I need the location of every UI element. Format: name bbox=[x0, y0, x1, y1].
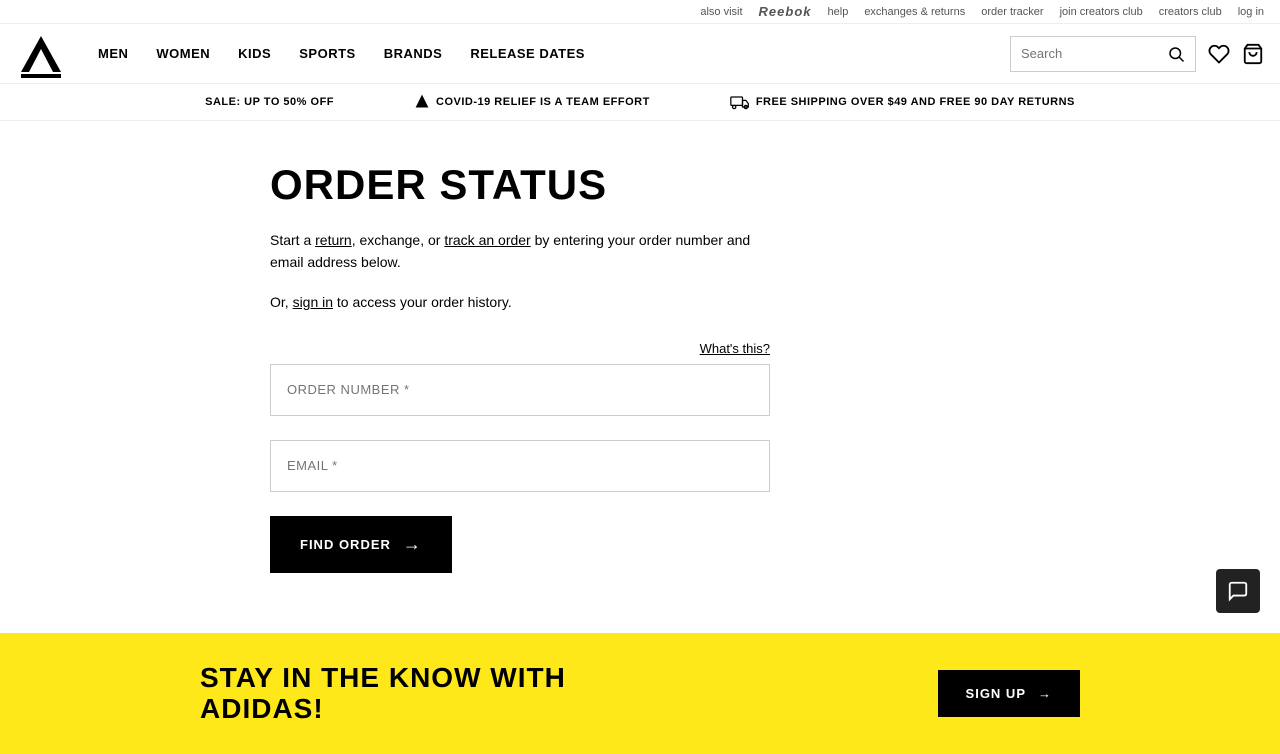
email-field-group bbox=[270, 440, 770, 492]
page-title: ORDER STATUS bbox=[270, 161, 1070, 209]
order-tracker-link[interactable]: order tracker bbox=[981, 6, 1043, 18]
wishlist-button[interactable] bbox=[1208, 43, 1230, 65]
nav-links: MEN WOMEN KIDS SPORTS BRANDS RELEASE DAT… bbox=[98, 46, 1010, 61]
footer-promo-line1: STAY IN THE KNOW WITH bbox=[200, 663, 566, 694]
footer-promo-text: STAY IN THE KNOW WITH ADIDAS! bbox=[200, 663, 566, 725]
sign-in-text: Or, sign in to access your order history… bbox=[270, 294, 1070, 310]
chat-icon bbox=[1227, 580, 1249, 602]
promo-sale-text: SALE: UP TO 50% OFF bbox=[205, 96, 334, 108]
track-order-link[interactable]: track an order bbox=[444, 232, 530, 248]
what-this-container: What's this? bbox=[270, 340, 770, 356]
sign-in-link[interactable]: sign in bbox=[293, 294, 333, 310]
join-creators-club-link[interactable]: join creators club bbox=[1060, 6, 1143, 18]
nav-kids[interactable]: KIDS bbox=[238, 46, 271, 61]
search-icon bbox=[1167, 45, 1185, 63]
heart-icon bbox=[1208, 43, 1230, 65]
creators-club-link[interactable]: creators club bbox=[1159, 6, 1222, 18]
exchanges-returns-link[interactable]: exchanges & returns bbox=[864, 6, 965, 18]
intro-text: Start a return, exchange, or track an or… bbox=[270, 229, 770, 274]
chat-bubble[interactable] bbox=[1216, 569, 1260, 613]
adidas-small-icon bbox=[414, 94, 430, 110]
nav-brands[interactable]: BRANDS bbox=[384, 46, 443, 61]
promo-covid: COVID-19 RELIEF IS A TEAM EFFORT bbox=[414, 94, 650, 110]
main-nav: MEN WOMEN KIDS SPORTS BRANDS RELEASE DAT… bbox=[0, 24, 1280, 84]
signup-arrow-icon: → bbox=[1038, 686, 1052, 701]
search-button[interactable] bbox=[1167, 45, 1185, 63]
truck-icon bbox=[730, 94, 750, 110]
logo-area[interactable] bbox=[16, 29, 66, 79]
nav-women[interactable]: WOMEN bbox=[156, 46, 210, 61]
find-order-label: FIND ORDER bbox=[300, 537, 391, 552]
main-content: ORDER STATUS Start a return, exchange, o… bbox=[190, 121, 1090, 613]
nav-sports[interactable]: SPORTS bbox=[299, 46, 355, 61]
footer-promo-line2: ADIDAS! bbox=[200, 694, 566, 725]
nav-men[interactable]: MEN bbox=[98, 46, 128, 61]
order-number-field-group bbox=[270, 364, 770, 416]
return-link[interactable]: return bbox=[315, 232, 352, 248]
search-input[interactable] bbox=[1021, 46, 1161, 61]
nav-release-dates[interactable]: RELEASE DATES bbox=[470, 46, 585, 61]
nav-right bbox=[1010, 36, 1264, 72]
reebok-link[interactable]: Reebok bbox=[759, 4, 812, 19]
search-box bbox=[1010, 36, 1196, 72]
email-input[interactable] bbox=[270, 440, 770, 492]
footer-promo: STAY IN THE KNOW WITH ADIDAS! SIGN UP → bbox=[0, 633, 1280, 754]
promo-bar: SALE: UP TO 50% OFF COVID-19 RELIEF IS A… bbox=[0, 84, 1280, 121]
arrow-icon: → bbox=[403, 534, 422, 555]
help-link[interactable]: help bbox=[828, 6, 849, 18]
cart-button[interactable] bbox=[1242, 43, 1264, 65]
promo-shipping-text: FREE SHIPPING OVER $49 AND FREE 90 DAY R… bbox=[756, 96, 1075, 108]
log-in-link[interactable]: log in bbox=[1238, 6, 1264, 18]
also-visit-text: also visit bbox=[700, 6, 742, 18]
signup-label: SIGN UP bbox=[966, 686, 1026, 701]
order-number-input[interactable] bbox=[270, 364, 770, 416]
promo-sale: SALE: UP TO 50% OFF bbox=[205, 96, 334, 108]
top-bar: also visit Reebok help exchanges & retur… bbox=[0, 0, 1280, 24]
find-order-button[interactable]: FIND ORDER → bbox=[270, 516, 452, 573]
promo-covid-text: COVID-19 RELIEF IS A TEAM EFFORT bbox=[436, 96, 650, 108]
signup-button[interactable]: SIGN UP → bbox=[938, 670, 1080, 717]
cart-icon bbox=[1242, 43, 1264, 65]
what-this-link[interactable]: What's this? bbox=[700, 341, 770, 356]
promo-shipping: FREE SHIPPING OVER $49 AND FREE 90 DAY R… bbox=[730, 94, 1075, 110]
adidas-logo bbox=[16, 29, 66, 79]
